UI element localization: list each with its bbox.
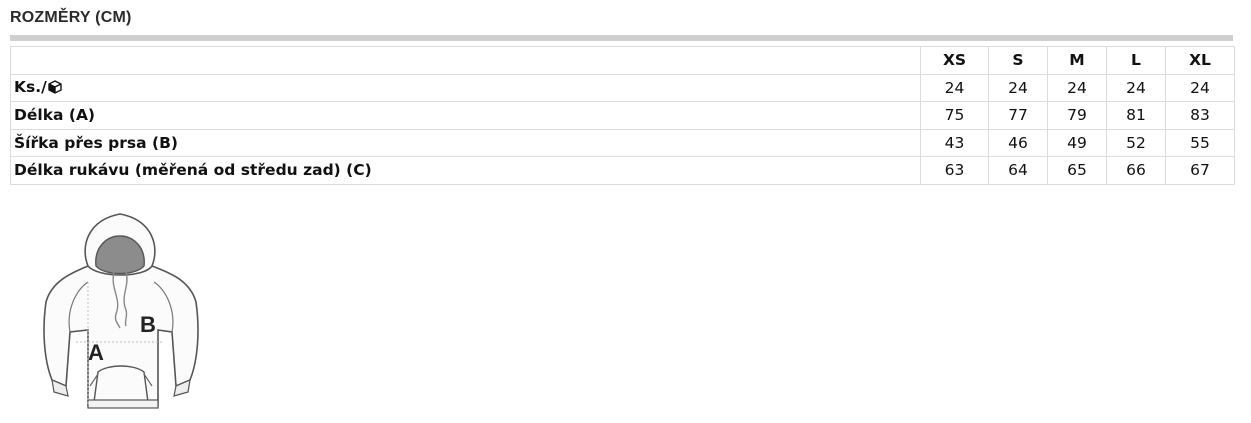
- cell-value: 43: [920, 128, 989, 157]
- cell-value: 67: [1165, 156, 1235, 185]
- cell-value: 77: [988, 101, 1048, 130]
- cell-value: 79: [1047, 101, 1107, 130]
- cell-value: 81: [1106, 101, 1166, 130]
- page-title: ROZMĚRY (CM): [10, 9, 132, 26]
- title-divider: [10, 35, 1233, 41]
- row-label-length: Délka (A): [10, 101, 921, 130]
- cell-value: 24: [1106, 73, 1166, 102]
- cell-value: 75: [920, 101, 989, 130]
- row-label-pieces: Ks./: [10, 73, 921, 102]
- label-a: A: [88, 340, 104, 365]
- row-label-chest-width: Šířka přes prsa (B): [10, 128, 921, 157]
- cell-value: 24: [920, 73, 989, 102]
- table-row: Ks./ 24 24 24 24 24: [10, 73, 1235, 102]
- header-empty: [10, 46, 921, 75]
- row-label-text: Ks./: [14, 77, 47, 96]
- cell-value: 24: [988, 73, 1048, 102]
- header-l: L: [1106, 46, 1166, 75]
- header-xl: XL: [1165, 46, 1235, 75]
- table-header-row: XS S M L XL: [10, 46, 1235, 75]
- header-m: M: [1047, 46, 1107, 75]
- row-label-sleeve-length: Délka rukávu (měřená od středu zad) (C): [10, 156, 921, 185]
- box-icon: [48, 79, 62, 98]
- cell-value: 64: [988, 156, 1048, 185]
- header-s: S: [988, 46, 1048, 75]
- table-row: Šířka přes prsa (B) 43 46 49 52 55: [10, 128, 1235, 157]
- cell-value: 24: [1165, 73, 1235, 102]
- header-xs: XS: [920, 46, 989, 75]
- cell-value: 65: [1047, 156, 1107, 185]
- cell-value: 55: [1165, 128, 1235, 157]
- label-b: B: [140, 312, 156, 337]
- cell-value: 49: [1047, 128, 1107, 157]
- cell-value: 46: [988, 128, 1048, 157]
- cell-value: 83: [1165, 101, 1235, 130]
- cell-value: 24: [1047, 73, 1107, 102]
- size-table: XS S M L XL Ks./ 24 24 24 24 24 Délka (A…: [10, 46, 1235, 185]
- table-row: Délka rukávu (měřená od středu zad) (C) …: [10, 156, 1235, 185]
- cell-value: 63: [920, 156, 989, 185]
- cell-value: 52: [1106, 128, 1166, 157]
- hoodie-measurement-diagram: A B: [36, 210, 206, 419]
- table-row: Délka (A) 75 77 79 81 83: [10, 101, 1235, 130]
- cell-value: 66: [1106, 156, 1166, 185]
